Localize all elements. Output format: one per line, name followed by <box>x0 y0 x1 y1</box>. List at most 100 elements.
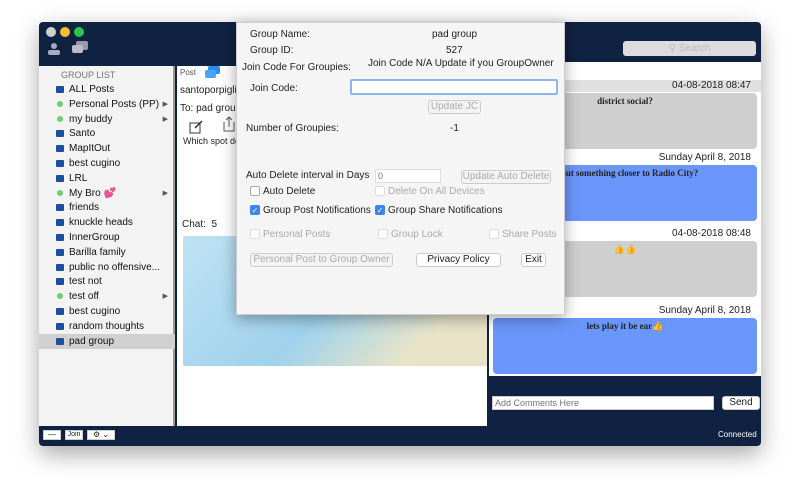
update-jc-button[interactable]: Update JC <box>428 100 481 114</box>
sidebar-item-label: public no offensive... <box>69 261 160 273</box>
post-recipient: To: pad group <box>180 103 242 114</box>
remove-group-button[interactable]: — <box>43 430 61 440</box>
post-chat-icon[interactable] <box>205 66 221 80</box>
personal-dot-icon <box>57 115 63 122</box>
sidebar-item[interactable]: test not <box>39 274 175 289</box>
submenu-arrow-icon[interactable]: ▶ <box>163 289 168 304</box>
group-chat-icon <box>56 248 64 256</box>
share-icon[interactable] <box>223 116 235 132</box>
group-lock-checkbox[interactable] <box>378 229 388 239</box>
share-posts-label: Share Posts <box>502 229 557 240</box>
maximize-button[interactable] <box>74 27 84 37</box>
post-notifications-checkbox[interactable]: ✓ <box>250 205 260 215</box>
sidebar-item-label: pad group <box>69 335 115 347</box>
sidebar-item[interactable]: MapItOut <box>39 141 175 156</box>
group-chat-icon <box>56 278 64 286</box>
sidebar-item-label: Santo <box>69 128 96 140</box>
delete-all-devices-checkbox[interactable] <box>375 186 385 196</box>
sidebar-item[interactable]: best cugino <box>39 156 175 171</box>
auto-delete-days-input[interactable] <box>375 169 441 183</box>
submenu-arrow-icon[interactable]: ▶ <box>163 112 168 127</box>
share-notifications-checkbox[interactable]: ✓ <box>375 205 385 215</box>
sidebar-item-label: ALL Posts <box>69 84 115 95</box>
sidebar-item[interactable]: ALL Posts <box>39 82 175 97</box>
sidebar-item[interactable]: LRL <box>39 171 175 186</box>
sidebar-item[interactable]: best cugino <box>39 304 175 319</box>
group-settings-dialog: Group Name: pad group Group ID: 527 Join… <box>236 22 565 315</box>
submenu-arrow-icon[interactable]: ▶ <box>163 97 168 112</box>
connection-status: Connected <box>718 430 757 439</box>
update-auto-delete-button[interactable]: Update Auto Delete <box>461 170 551 184</box>
person-icon[interactable] <box>47 42 61 56</box>
group-chat-icon <box>56 204 64 212</box>
sidebar-item[interactable]: my buddy ▶ <box>39 112 175 127</box>
join-code-label: Join Code: <box>250 83 298 94</box>
sidebar-item[interactable]: Personal Posts (PP) ▶ <box>39 97 175 112</box>
close-button[interactable] <box>46 27 56 37</box>
auto-delete-label: Auto Delete <box>263 186 316 197</box>
personal-dot-icon <box>57 100 63 107</box>
sidebar-item-label: MapItOut <box>69 143 111 155</box>
chat-count: Chat: 5 <box>182 219 218 230</box>
sidebar-item[interactable]: test off ▶ <box>39 289 175 304</box>
sidebar-item[interactable]: pad group <box>39 333 175 349</box>
sidebar-item[interactable]: random thoughts <box>39 319 175 334</box>
join-button[interactable]: Join <box>65 430 83 440</box>
group-chat-icon <box>56 337 64 345</box>
auto-delete-interval-label: Auto Delete interval in Days <box>246 170 370 181</box>
sidebar-item[interactable]: friends <box>39 200 175 215</box>
chat-bubbles-icon[interactable] <box>71 40 89 56</box>
group-id-value: 527 <box>446 45 463 56</box>
sidebar-item[interactable]: Santo <box>39 126 175 141</box>
join-code-info: Join Code N/A Update if you GroupOwner <box>368 58 554 69</box>
join-code-groupies-label: Join Code For Groupies: <box>242 62 351 73</box>
settings-dropdown[interactable]: ⚙ ⌄ <box>87 430 115 440</box>
message-date: Sunday April 8, 2018 <box>658 305 751 316</box>
send-button[interactable]: Send <box>722 396 760 410</box>
personal-post-owner-button[interactable]: Personal Post to Group Owner <box>250 253 393 267</box>
message-date: Sunday April 8, 2018 <box>658 152 751 163</box>
exit-button[interactable]: Exit <box>521 253 546 267</box>
sidebar-item-label: best cugino <box>69 158 121 169</box>
comment-input[interactable] <box>492 396 714 410</box>
compose-icon[interactable] <box>189 120 203 134</box>
group-list-title: GROUP LIST <box>61 70 116 80</box>
sidebar-item[interactable]: public no offensive... <box>39 260 175 275</box>
search-input[interactable]: ⚲ Search <box>623 41 756 56</box>
post-notifications-label: Group Post Notifications <box>263 205 371 216</box>
post-text: Which spot do <box>183 136 241 146</box>
sidebar-item-label: Personal Posts (PP) <box>69 98 160 110</box>
message-date: 04-08-2018 08:48 <box>672 228 751 239</box>
sidebar-item-label: friends <box>69 202 100 214</box>
group-name-value: pad group <box>432 29 478 40</box>
groupies-value: -1 <box>450 123 459 134</box>
personal-dot-icon <box>57 293 63 300</box>
auto-delete-checkbox[interactable] <box>250 186 260 196</box>
group-name-label: Group Name: <box>250 29 311 40</box>
sidebar-item[interactable]: InnerGroup <box>39 230 175 245</box>
group-chat-icon <box>56 174 64 182</box>
message-bubble[interactable]: lets play it be ear👍 <box>493 318 757 374</box>
sidebar-item-label: Barilla family <box>69 246 126 258</box>
sidebar-item-label: InnerGroup <box>69 232 120 243</box>
sidebar-item[interactable]: Barilla family <box>39 245 175 260</box>
share-notifications-label: Group Share Notifications <box>388 205 503 216</box>
sidebar-item[interactable]: knuckle heads <box>39 215 175 230</box>
join-code-input[interactable] <box>350 79 558 95</box>
sidebar-item[interactable]: My Bro 💕 ▶ <box>39 186 175 201</box>
groupies-label: Number of Groupies: <box>246 123 339 134</box>
submenu-arrow-icon[interactable]: ▶ <box>163 186 168 201</box>
sidebar-item-label: knuckle heads <box>69 217 133 229</box>
minimize-button[interactable] <box>60 27 70 37</box>
share-posts-checkbox[interactable] <box>489 229 499 239</box>
message-date: 04-08-2018 08:47 <box>672 80 751 91</box>
privacy-policy-button[interactable]: Privacy Policy <box>416 253 501 267</box>
personal-posts-checkbox[interactable] <box>250 229 260 239</box>
group-chat-icon <box>56 263 64 271</box>
group-chat-icon <box>56 86 64 93</box>
group-chat-icon <box>56 234 64 241</box>
sidebar-item-label: my buddy <box>69 113 113 125</box>
personal-dot-icon <box>57 189 63 196</box>
search-icon: ⚲ <box>668 43 679 54</box>
sidebar-item-label: random thoughts <box>69 320 145 332</box>
